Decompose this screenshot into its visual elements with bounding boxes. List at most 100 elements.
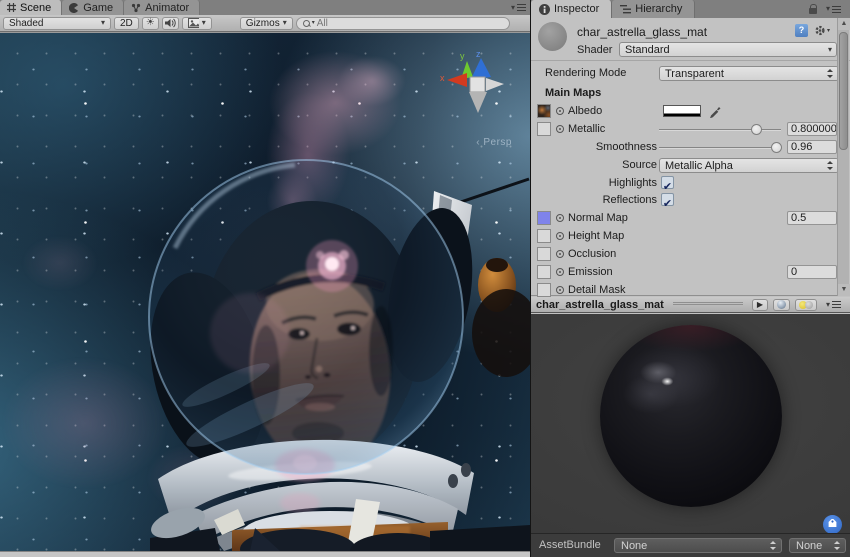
- smoothness-slider-knob[interactable]: [771, 142, 782, 153]
- tab-inspector-label: Inspector: [554, 3, 599, 15]
- material-thumbnail[interactable]: [538, 22, 567, 51]
- preview-play-button[interactable]: ▶: [752, 299, 768, 311]
- scroll-up-icon[interactable]: ▲: [838, 18, 850, 30]
- eyedropper-icon[interactable]: [708, 104, 722, 118]
- asset-bundle-bar: AssetBundle None None: [531, 533, 850, 557]
- search-icon: [303, 20, 310, 27]
- scene-lighting-button[interactable]: ☀: [142, 17, 159, 30]
- normal-map-row: Normal Map 0.5: [531, 211, 836, 227]
- projection-caret-icon: ‹: [476, 137, 480, 148]
- tab-game[interactable]: Game: [62, 0, 124, 15]
- scene-audio-button[interactable]: [162, 17, 179, 30]
- material-preview-sphere[interactable]: [600, 325, 782, 507]
- inspector-panel-menu[interactable]: ▾: [822, 5, 845, 13]
- scene-tabstrip: Scene Game Animator ▾: [0, 0, 530, 15]
- scene-search-field[interactable]: ▾ All: [296, 17, 510, 30]
- asset-label-icon[interactable]: [823, 515, 842, 533]
- reflections-row: Reflections ✔: [531, 193, 836, 209]
- emission-value-field[interactable]: 0: [787, 265, 837, 279]
- asset-bundle-dropdown[interactable]: None: [614, 538, 782, 553]
- reflections-label: Reflections: [545, 194, 657, 206]
- lock-icon[interactable]: [809, 8, 817, 14]
- tab-animator-label: Animator: [145, 2, 189, 14]
- texture-slot-icon[interactable]: [556, 214, 564, 222]
- tabstrip-spacer: [200, 0, 507, 15]
- caret-down-icon: ▾: [826, 301, 830, 309]
- texture-slot-icon[interactable]: [556, 232, 564, 240]
- tab-animator[interactable]: Animator: [124, 0, 200, 15]
- shader-label: Shader: [577, 44, 612, 56]
- smoothness-value-field[interactable]: 0.96: [787, 140, 837, 154]
- albedo-texture-thumb[interactable]: [537, 104, 551, 118]
- metallic-texture-thumb[interactable]: [537, 122, 551, 136]
- light-off-icon: [805, 301, 813, 309]
- reflections-checkbox[interactable]: ✔: [661, 193, 674, 206]
- smoothness-label: Smoothness: [545, 141, 657, 153]
- projection-label[interactable]: ‹ Persp: [476, 137, 512, 148]
- tab-inspector[interactable]: Inspector: [531, 0, 612, 18]
- scroll-down-icon[interactable]: ▼: [838, 284, 850, 296]
- shader-dropdown[interactable]: Standard ▾: [619, 42, 837, 57]
- gizmo-cone-down: [469, 92, 487, 113]
- gizmo-x-label: x: [440, 73, 445, 83]
- texture-slot-icon[interactable]: [556, 107, 564, 115]
- metallic-slider[interactable]: [659, 129, 781, 131]
- detail-mask-texture-thumb[interactable]: [537, 283, 551, 297]
- popup-caret-icon: [827, 69, 834, 78]
- rendering-mode-dropdown[interactable]: Transparent: [659, 66, 839, 81]
- inspector-scrollbar[interactable]: ▲ ▼: [837, 18, 849, 296]
- tab-scene[interactable]: Scene: [0, 0, 62, 15]
- rendering-mode-label: Rendering Mode: [545, 67, 626, 79]
- preview-lighting-button[interactable]: [795, 299, 817, 311]
- emission-row: Emission 0: [531, 265, 836, 281]
- gizmos-label: Gizmos: [246, 18, 280, 29]
- height-map-texture-thumb[interactable]: [537, 229, 551, 243]
- gizmo-x-cone: [447, 73, 467, 87]
- nebula-reflection: [306, 240, 358, 292]
- scene-effects-dropdown[interactable]: ▾: [182, 17, 212, 30]
- material-preview-area[interactable]: [531, 314, 850, 533]
- search-value: All: [317, 18, 328, 29]
- scene-viewport[interactable]: y z x ‹ Persp: [0, 33, 530, 551]
- gear-icon[interactable]: ▾: [814, 24, 830, 37]
- help-icon[interactable]: ?: [795, 24, 808, 37]
- height-map-label: Height Map: [568, 230, 624, 242]
- occlusion-label: Occlusion: [568, 248, 616, 260]
- source-dropdown[interactable]: Metallic Alpha: [659, 158, 839, 173]
- asset-bundle-variant-dropdown[interactable]: None: [789, 538, 846, 553]
- tab-scene-label: Scene: [20, 2, 51, 14]
- normal-map-texture-thumb[interactable]: [537, 211, 551, 225]
- shading-mode-dropdown[interactable]: Shaded ▾: [3, 17, 111, 30]
- emission-label: Emission: [568, 266, 613, 278]
- preview-drag-handle[interactable]: [673, 302, 743, 307]
- gizmos-dropdown[interactable]: Gizmos ▾: [240, 17, 293, 30]
- texture-slot-icon[interactable]: [556, 268, 564, 276]
- popup-caret-icon: [834, 541, 841, 550]
- preview-shape-button[interactable]: [773, 299, 790, 311]
- toggle-2d-button[interactable]: 2D: [114, 17, 139, 30]
- metallic-value-field[interactable]: 0.800000: [787, 122, 837, 136]
- texture-slot-icon[interactable]: [556, 250, 564, 258]
- smoothness-row: Smoothness 0.96: [531, 140, 836, 156]
- smoothness-slider[interactable]: [659, 147, 781, 149]
- scene-panel-menu[interactable]: ▾: [507, 0, 530, 15]
- texture-slot-icon[interactable]: [556, 125, 564, 133]
- metallic-slider-knob[interactable]: [751, 124, 762, 135]
- albedo-row: Albedo: [531, 104, 836, 120]
- highlights-checkbox[interactable]: ✔: [661, 176, 674, 189]
- insp-tabstrip-spacer: [695, 0, 809, 18]
- tab-hierarchy[interactable]: Hierarchy: [612, 0, 695, 18]
- texture-slot-icon[interactable]: [556, 286, 564, 294]
- main-maps-header: Main Maps: [531, 86, 836, 102]
- orientation-gizmo[interactable]: y z x: [440, 49, 524, 149]
- normal-map-value-field[interactable]: 0.5: [787, 211, 837, 225]
- tab-hierarchy-label: Hierarchy: [635, 3, 682, 15]
- scrollbar-thumb[interactable]: [839, 32, 848, 150]
- albedo-color-swatch[interactable]: [663, 105, 701, 117]
- occlusion-texture-thumb[interactable]: [537, 247, 551, 261]
- gizmo-z-label: z: [476, 49, 481, 59]
- play-icon: ▶: [757, 300, 763, 309]
- emission-texture-thumb[interactable]: [537, 265, 551, 279]
- preview-menu[interactable]: ▾: [822, 301, 845, 309]
- occlusion-row: Occlusion: [531, 247, 836, 263]
